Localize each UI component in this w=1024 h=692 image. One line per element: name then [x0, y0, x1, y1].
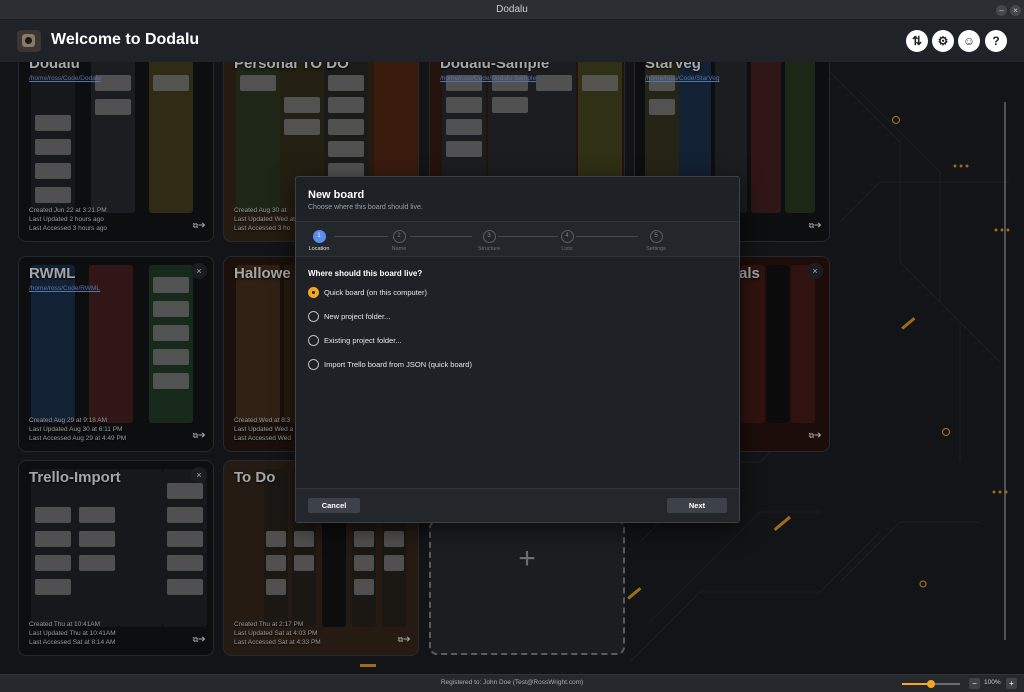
dialog-title: New board [308, 189, 365, 201]
zoom-slider-thumb[interactable] [927, 680, 935, 688]
step-name: 2 Name [379, 230, 419, 252]
app-header: Welcome to Dodalu ⇅ ⚙ ☺ ? [0, 20, 1024, 62]
location-question: Where should this board live? [308, 269, 423, 278]
step-connector [410, 236, 472, 237]
step-structure: 3 Structure [469, 230, 509, 252]
dialog-subtitle: Choose where this board should live. [308, 204, 423, 211]
radio-button[interactable] [308, 335, 319, 346]
wizard-stepper: 1 Location 2 Name 3 Structure 4 Lists 5 Setti… [296, 221, 739, 257]
window-title: Dodalu [496, 4, 528, 15]
help-icon[interactable]: ? [985, 30, 1007, 52]
radio-button[interactable] [308, 359, 319, 370]
new-board-dialog: New board Choose where this board should… [295, 176, 740, 523]
cancel-button[interactable]: Cancel [308, 498, 360, 513]
next-button[interactable]: Next [667, 498, 727, 513]
zoom-value: 100% [984, 679, 1001, 686]
zoom-in-button[interactable]: + [1006, 678, 1017, 689]
step-location: 1 Location [299, 230, 339, 252]
robot-icon[interactable]: ☺ [958, 30, 980, 52]
dialog-footer: Cancel Next [296, 488, 739, 522]
step-lists: 4 Lists [547, 230, 587, 252]
window-titlebar: Dodalu – × [0, 0, 1024, 20]
step-settings: 5 Settings [636, 230, 676, 252]
page-title: Welcome to Dodalu [51, 31, 200, 48]
registration-text: Registered to: John Doe (Test@RossWright… [440, 679, 584, 686]
zoom-slider[interactable] [902, 680, 960, 688]
status-bar: Registered to: John Doe (Test@RossWright… [0, 674, 1024, 692]
close-window-icon[interactable]: × [1010, 5, 1021, 16]
gear-icon[interactable]: ⚙ [932, 30, 954, 52]
radio-button[interactable] [308, 287, 319, 298]
minimize-icon[interactable]: – [996, 5, 1007, 16]
radio-button[interactable] [308, 311, 319, 322]
zoom-out-button[interactable]: − [969, 678, 980, 689]
sort-icon[interactable]: ⇅ [906, 30, 928, 52]
app-logo [17, 30, 41, 52]
